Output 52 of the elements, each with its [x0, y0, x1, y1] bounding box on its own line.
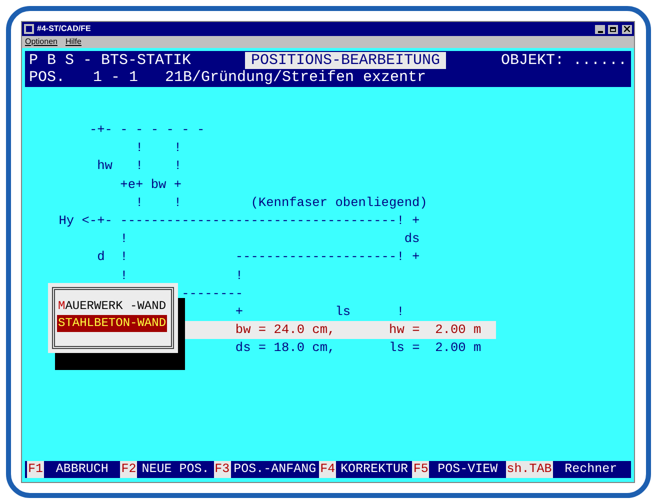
function-key-label: F4: [319, 461, 336, 478]
object-label: OBJEKT: ......: [500, 52, 627, 69]
diagram-text: d: [97, 248, 105, 266]
diagram-text: hw: [97, 157, 112, 176]
maximize-button[interactable]: [608, 24, 618, 34]
diagram-text: ds: [404, 230, 420, 248]
function-key-button[interactable]: POS-VIEW: [429, 461, 506, 478]
diagram-text: +e+ bw +: [120, 176, 182, 194]
diagram-text: !: [136, 194, 144, 212]
position-description: 21B/Gründung/Streifen exzentr: [165, 69, 426, 86]
program-title: P B S - BTS-STATIK: [29, 52, 192, 69]
value-text: hw = 2.00 m: [389, 321, 482, 340]
diagram-text: !: [396, 302, 404, 321]
diagram-text: !: [174, 157, 182, 176]
function-key-button[interactable]: POS.-ANFANG: [230, 461, 320, 478]
diagram-text: +: [235, 302, 244, 321]
diagram-text: (Kennfaser obenliegend): [250, 194, 428, 212]
value-text: bw = 24.0 cm,: [235, 321, 336, 340]
diagram-text: -+- - - - - - -: [89, 121, 205, 139]
window-title: #4-ST/CAD/FE: [37, 25, 91, 33]
minimize-button[interactable]: [595, 24, 605, 34]
diagram-text: ls: [335, 302, 351, 321]
diagram-text: !: [120, 266, 128, 284]
function-key-label: F3: [214, 461, 231, 478]
value-text: ds = 18.0 cm,: [235, 339, 336, 358]
diagram-text: !: [174, 139, 182, 158]
function-key-label: F5: [412, 461, 430, 478]
function-key-button[interactable]: Rechner: [552, 461, 630, 478]
diagram-text: !: [120, 248, 128, 266]
function-key-label: F2: [120, 461, 138, 478]
function-key-label: F1: [27, 461, 44, 478]
diagram-text: Hy <-+- ------------------------------------! +: [58, 212, 420, 230]
value-text: ls = 2.00 m: [389, 339, 482, 358]
diagram-text: !: [120, 230, 128, 248]
diagram-text: ---------------------! +: [235, 248, 420, 266]
function-key-button[interactable]: NEUE POS.: [137, 461, 214, 478]
diagram-text: --------: [182, 284, 244, 303]
position-number: 1 - 1: [93, 69, 140, 86]
popup-item[interactable]: STAHLBETON-WAND: [57, 315, 168, 332]
popup-item[interactable]: MAUERWERK -WAND: [57, 298, 168, 315]
position-label: POS.: [29, 69, 66, 86]
diagram-text: !: [136, 139, 144, 158]
menu-item[interactable]: Hilfe: [65, 38, 82, 46]
function-key-label: sh.TAB: [506, 461, 553, 478]
diagram-text: !: [174, 194, 182, 212]
function-key-button[interactable]: KORREKTUR: [336, 461, 412, 478]
mode-title: POSITIONS-BEARBEITUNG: [245, 52, 446, 69]
function-key-button[interactable]: ABBRUCH: [44, 461, 120, 478]
close-button[interactable]: [622, 24, 632, 34]
diagram-text: !: [235, 266, 244, 284]
diagram-text: !: [136, 157, 144, 176]
menu-item[interactable]: Optionen: [25, 38, 58, 46]
